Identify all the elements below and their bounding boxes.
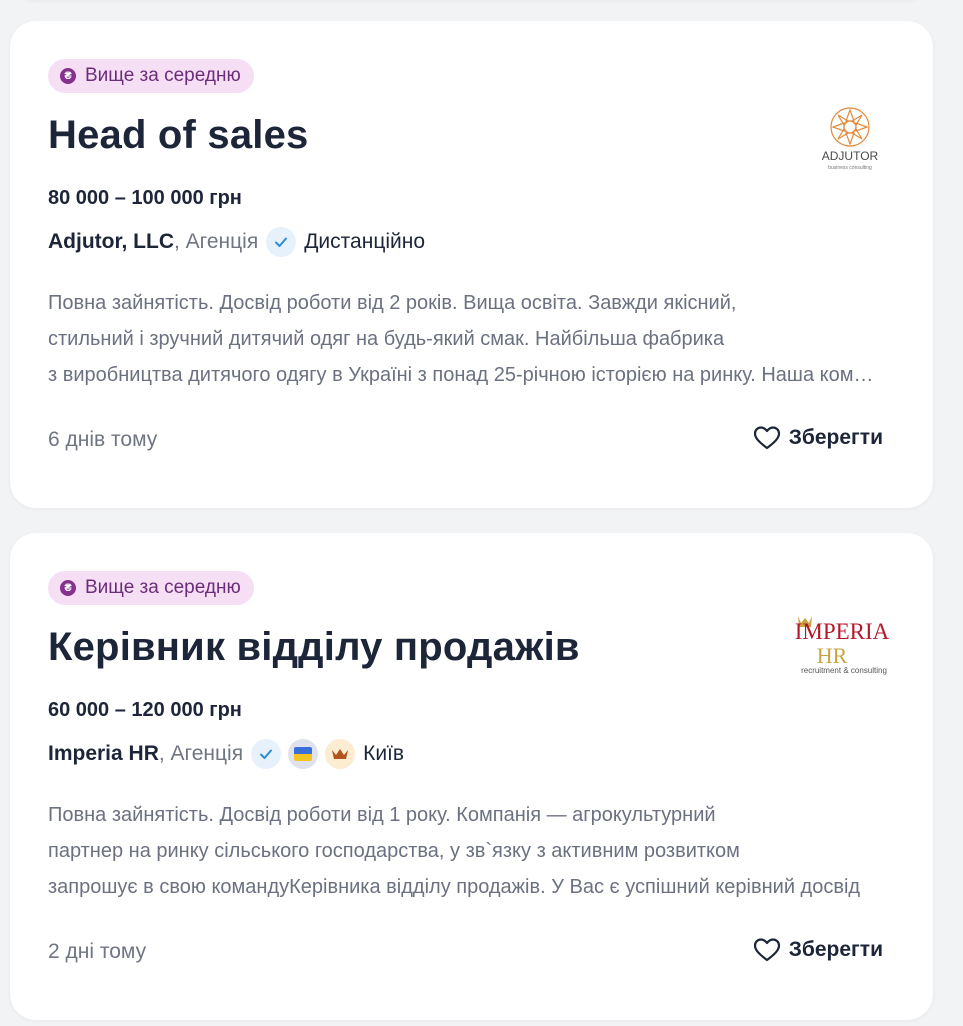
logo-subword: HR (817, 643, 848, 668)
badge-label: Вище за середню (85, 577, 241, 598)
company-row: Imperia HR , Агенція Київ (48, 739, 404, 769)
company-name[interactable]: Adjutor, LLC (48, 230, 174, 254)
company-logo-adjutor[interactable]: ADJUTOR business consulting (780, 99, 920, 179)
job-card[interactable]: ₴ Вище за середню Head of sales ADJUTOR … (10, 21, 933, 508)
logo-tagline: business consulting (828, 165, 872, 171)
job-location: Дистанційно (304, 230, 426, 253)
save-button[interactable]: Зберегти (753, 937, 883, 963)
save-label: Зберегти (788, 938, 883, 961)
ukraine-flag-icon[interactable] (288, 739, 319, 769)
job-title[interactable]: Керівник відділу продажів (48, 623, 580, 671)
posted-date: 6 днів тому (48, 428, 158, 451)
hryvnia-coin-icon: ₴ (60, 580, 76, 596)
above-average-salary-badge: ₴ Вище за середню (48, 59, 254, 93)
job-description: Повна зайнятість. Досвід роботи від 1 ро… (48, 797, 878, 905)
above-average-salary-badge: ₴ Вище за середню (48, 571, 254, 605)
job-card[interactable]: ₴ Вище за середню Керівник відділу прода… (10, 533, 933, 1020)
company-logo-imperia-hr[interactable]: IMPERIA HR recruitment & consulting (780, 611, 920, 691)
description-line: Повна зайнятість. Досвід роботи від 2 ро… (48, 292, 737, 314)
job-title[interactable]: Head of sales (48, 111, 309, 159)
logo-wordmark: ADJUTOR (822, 149, 879, 163)
hryvnia-coin-icon: ₴ (60, 68, 76, 84)
salary-range: 80 000 – 100 000 грн (48, 187, 242, 209)
salary-range: 60 000 – 120 000 грн (48, 699, 242, 721)
company-name[interactable]: Imperia HR (48, 742, 159, 766)
heart-icon (753, 938, 780, 962)
crown-icon[interactable] (325, 739, 356, 769)
description-line: стильний і зручний дитячий одяг на будь-… (48, 328, 725, 350)
save-label: Зберегти (788, 426, 883, 449)
posted-date: 2 дні тому (48, 940, 147, 963)
heart-icon (753, 426, 780, 450)
description-line: партнер на ринку сільського господарства… (48, 840, 740, 862)
description-line: Повна зайнятість. Досвід роботи від 1 ро… (48, 804, 716, 826)
save-button[interactable]: Зберегти (753, 425, 883, 451)
logo-wordmark: IMPERIA (795, 619, 890, 644)
company-row: Adjutor, LLC , Агенція Дистанційно (48, 227, 425, 257)
verified-icon[interactable] (251, 739, 282, 769)
company-type: , Агенція (173, 230, 259, 253)
description-line: з виробництва дитячого одягу в Україні з… (48, 364, 878, 386)
badge-label: Вище за середню (85, 65, 241, 86)
logo-tagline: recruitment & consulting (801, 666, 887, 675)
company-type: , Агенція (158, 742, 244, 765)
verified-icon[interactable] (266, 227, 297, 257)
job-description: Повна зайнятість. Досвід роботи від 2 ро… (48, 285, 878, 393)
description-line: запрошує в свою командуКерівника відділу… (48, 876, 861, 898)
job-location: Київ (363, 742, 405, 765)
